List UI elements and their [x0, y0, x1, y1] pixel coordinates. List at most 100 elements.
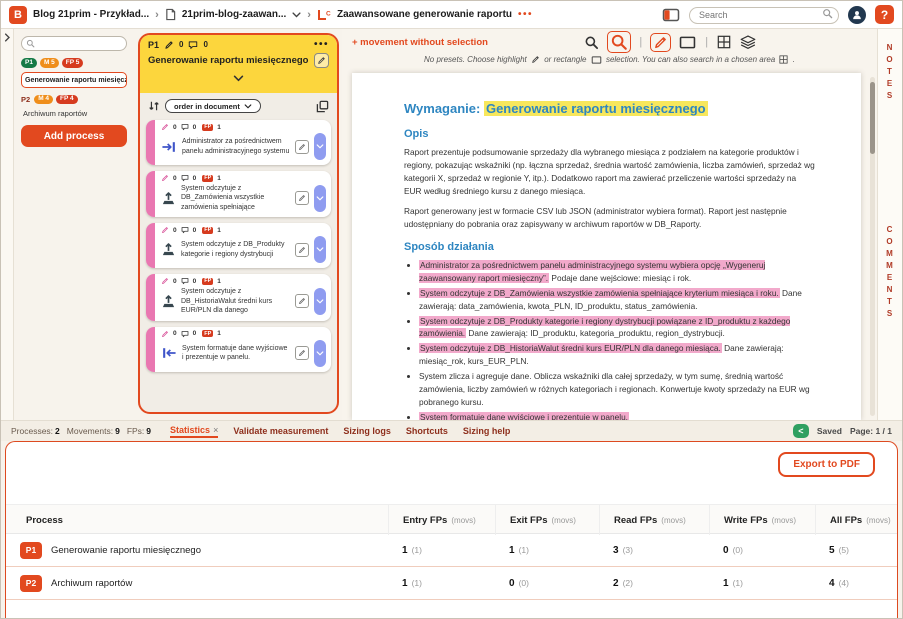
movement-highlight[interactable]: System formatuje dane wyjściowe i prezen…	[419, 412, 629, 420]
fps-badge: FP 5	[62, 58, 84, 68]
collapse-chevron-icon[interactable]	[4, 33, 11, 42]
sort-order-dropdown[interactable]: order in document	[165, 99, 261, 113]
process-title: Generowanie raportu miesięcznego	[148, 55, 309, 66]
tab-sizing-help[interactable]: Sizing help	[463, 426, 511, 436]
pen-icon	[161, 277, 169, 285]
avatar-button[interactable]	[848, 6, 866, 24]
logo-button[interactable]: B	[9, 6, 27, 24]
copy-button[interactable]	[316, 100, 329, 113]
movement-card[interactable]: 0 0 FP1 Administrator za pośrednictwem p…	[146, 120, 331, 165]
process-1-badges: P1 M 5 FP 5	[21, 58, 127, 68]
movement-card[interactable]: 0 0 FP1 System odczytuje z DB_HistoriaWa…	[146, 274, 331, 320]
chevron-down-icon	[244, 104, 252, 109]
expand-movement-button[interactable]	[314, 133, 326, 160]
help-button[interactable]: ?	[875, 5, 894, 24]
movement-card[interactable]: 0 0 FP1 System formatuje dane wyjściowe …	[146, 327, 331, 372]
chevron-down-icon	[316, 144, 324, 149]
column-header-read: Read FPs(movs)	[599, 505, 709, 535]
panel-toggle-icon[interactable]	[662, 8, 680, 22]
grid-icon	[779, 55, 788, 64]
process-panel-header: P1 0 0 ••• Generowanie raportu miesięczn…	[140, 35, 337, 93]
search-icon	[822, 8, 833, 19]
expand-movement-button[interactable]	[314, 288, 326, 315]
toolbar-hint: No presets. Choose highlight or rectangl…	[342, 55, 877, 70]
chevron-down-icon[interactable]	[292, 12, 301, 18]
table-row: P1Generowanie raportu miesięcznego 1(1) …	[6, 534, 897, 567]
document-scrollbar[interactable]	[870, 77, 875, 416]
requirement-title: Wymaganie: Generowanie raportu miesięczn…	[404, 101, 815, 116]
scrollbar-thumb[interactable]	[870, 82, 875, 154]
breadcrumb-item-project[interactable]: Blog 21prim - Przykład...	[33, 9, 149, 20]
breadcrumb-item-document[interactable]: 21prim-blog-zaawan...	[182, 9, 286, 20]
edit-movement-button[interactable]	[295, 140, 309, 154]
column-header-write: Write FPs(movs)	[709, 505, 815, 535]
tab-sizing-logs[interactable]: Sizing logs	[343, 426, 391, 436]
notes-tab[interactable]: NOTES	[885, 43, 894, 103]
pen-icon	[161, 123, 169, 131]
breadcrumb-menu-dots[interactable]: •••	[518, 9, 533, 20]
collapse-process-button[interactable]	[148, 68, 329, 91]
movement-text: System odczytuje z DB_Zamówienia wszystk…	[181, 184, 290, 212]
process-menu-dots[interactable]: •••	[314, 39, 329, 50]
expand-movement-button[interactable]	[314, 236, 326, 263]
chevron-down-icon	[316, 247, 324, 252]
title-prefix: Wymaganie:	[404, 101, 484, 116]
process-name: Archiwum raportów	[51, 578, 132, 589]
collapse-panel-button[interactable]: <	[793, 424, 809, 438]
tool-rectangle-button[interactable]	[679, 36, 696, 49]
expand-movement-button[interactable]	[314, 185, 326, 212]
sidebar-search-input[interactable]	[21, 36, 127, 51]
comment-icon	[181, 226, 189, 234]
expand-movement-button[interactable]	[314, 340, 326, 367]
fp-count: 1	[217, 175, 221, 182]
tool-grid-button[interactable]	[717, 35, 731, 49]
comment-count: 0	[193, 278, 197, 285]
tool-search-button[interactable]	[584, 35, 599, 50]
paragraph: Raport prezentuje podsumowanie sprzedaży…	[404, 146, 815, 197]
tool-layers-button[interactable]	[740, 35, 756, 49]
add-process-button[interactable]: Add process	[21, 125, 127, 147]
comments-tab[interactable]: COMMENTS	[885, 225, 894, 321]
tool-area-search-button[interactable]	[608, 32, 630, 52]
fp-chip: FP	[202, 227, 213, 234]
movement-card[interactable]: 0 0 FP1 System odczytuje z DB_Zamówienia…	[146, 171, 331, 217]
pen-count: 0	[173, 278, 177, 285]
doc-bullet: Administrator za pośrednictwem panelu ad…	[419, 259, 815, 285]
fp-count: 1	[217, 124, 221, 131]
fp-chip: FP	[202, 175, 213, 182]
movement-highlight[interactable]: System odczytuje z DB_HistoriaWalut śred…	[419, 343, 722, 353]
entry-icon	[161, 140, 177, 154]
app-window: B Blog 21prim - Przykład... › 21prim-blo…	[0, 0, 903, 619]
edit-process-button[interactable]	[314, 53, 329, 68]
process-id-label: P1	[148, 40, 159, 50]
main-area: P1 M 5 FP 5 Generowanie raportu miesięcz…	[1, 29, 902, 420]
comment-icon	[181, 123, 189, 131]
movement-highlight[interactable]: System odczytuje z DB_Zamówienia wszystk…	[419, 288, 780, 298]
tab-shortcuts[interactable]: Shortcuts	[406, 426, 448, 436]
stat-fps: FPs:9	[127, 426, 151, 436]
edit-movement-button[interactable]	[295, 243, 309, 257]
tab-statistics[interactable]: Statistics×	[170, 425, 218, 438]
search-input[interactable]	[689, 7, 839, 24]
tab-validate-measurement[interactable]: Validate measurement	[233, 426, 328, 436]
highlight-color-bar	[146, 223, 155, 268]
pen-icon	[298, 297, 306, 305]
pen-icon	[161, 226, 169, 234]
sidebar-item-process-1[interactable]: Generowanie raportu miesięcznego	[21, 72, 127, 88]
close-icon[interactable]: ×	[213, 425, 218, 435]
sidebar-item-process-2[interactable]: Archiwum raportów	[21, 108, 127, 125]
highlight-color-bar	[146, 327, 155, 372]
breadcrumb-item-requirement[interactable]: Zaawansowane generowanie raportu	[337, 9, 512, 20]
add-movement-button[interactable]: + movement without selection	[352, 37, 488, 48]
edit-movement-button[interactable]	[295, 191, 309, 205]
search-icon	[26, 39, 35, 48]
fp-count: 1	[217, 227, 221, 234]
title-highlight[interactable]: Generowanie raportu miesięcznego	[484, 101, 708, 116]
export-pdf-button[interactable]: Export to PDF	[778, 452, 875, 477]
fp-chip: FP	[202, 124, 213, 131]
tool-highlight-button[interactable]	[651, 34, 670, 51]
movement-card[interactable]: 0 0 FP1 System odczytuje z DB_Produkty k…	[146, 223, 331, 268]
edit-movement-button[interactable]	[295, 346, 309, 360]
process-id-badge: P1	[21, 58, 37, 68]
edit-movement-button[interactable]	[295, 294, 309, 308]
